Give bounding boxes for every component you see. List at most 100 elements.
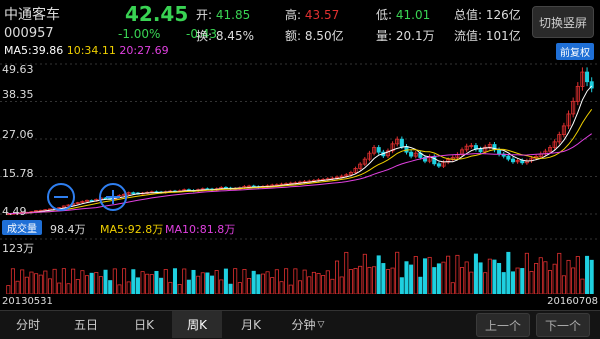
- tab-monthly-k[interactable]: 月K: [222, 311, 280, 338]
- quote-item: 总值: 126亿: [454, 6, 521, 23]
- volume-bar: [557, 252, 562, 294]
- forward-adjust-button[interactable]: 前复权: [556, 43, 594, 60]
- quote-value: 41.01: [392, 8, 431, 22]
- price-chart[interactable]: [0, 60, 600, 218]
- stock-name: 中通客车: [4, 7, 60, 23]
- volume-bar: [399, 277, 404, 294]
- volume-bar: [362, 253, 367, 294]
- volume-bar: [34, 273, 39, 294]
- volume-bar: [515, 267, 520, 294]
- volume-bar: [163, 269, 168, 294]
- volume-bar: [311, 271, 316, 294]
- volume-bar: [367, 266, 372, 294]
- volume-bar: [103, 269, 108, 294]
- quote-item: 高: 43.57: [285, 6, 339, 23]
- end-date: 20160708: [547, 296, 598, 307]
- quote-value: 20.1万: [392, 29, 435, 43]
- quote-value: 41.85: [212, 8, 251, 22]
- volume-bar: [94, 272, 99, 294]
- volume-bar: [186, 279, 191, 294]
- volume-bar: [524, 252, 529, 294]
- quote-item: 开: 41.85: [196, 6, 250, 23]
- volume-bar: [566, 259, 571, 294]
- volume-bar: [585, 255, 590, 294]
- candle-body: [436, 163, 441, 167]
- volume-bar: [450, 282, 455, 294]
- volume-bar: [117, 284, 122, 294]
- volume-bar: [112, 268, 117, 294]
- candle-body: [506, 155, 511, 160]
- volume-bar: [200, 272, 205, 294]
- volume-bar: [529, 270, 534, 294]
- prev-stock-button[interactable]: 上一个: [476, 313, 530, 337]
- volume-bar: [385, 269, 390, 294]
- candle-body: [409, 151, 414, 157]
- volume-bar: [543, 261, 548, 294]
- zoom-in-icon[interactable]: [98, 182, 128, 212]
- next-stock-button[interactable]: 下一个: [536, 313, 590, 337]
- volume-bar: [473, 253, 478, 294]
- tab-weekly-k[interactable]: 周K: [172, 311, 222, 338]
- candle-body: [478, 148, 483, 153]
- volume-bar: [376, 255, 381, 294]
- volume-bar: [43, 270, 48, 294]
- quote-value: 8.50亿: [301, 29, 344, 43]
- triangle-down-icon: ▽: [317, 319, 325, 330]
- volume-bar: [196, 275, 201, 294]
- volume-bar: [418, 276, 423, 294]
- volume-bar: [265, 271, 270, 294]
- quote-label: 量:: [376, 29, 393, 43]
- volume-bar: [182, 268, 187, 294]
- volume-bar: [288, 284, 293, 294]
- quote-label: 总值:: [454, 8, 483, 22]
- volume-chart[interactable]: [0, 238, 600, 294]
- volume-bar: [247, 278, 252, 294]
- volume-bar: [223, 268, 228, 294]
- volume-bar: [427, 256, 432, 294]
- volume-bar: [487, 258, 492, 294]
- tab-daily-k[interactable]: 日K: [116, 311, 172, 338]
- tab-five-day[interactable]: 五日: [56, 311, 116, 338]
- volume-bar: [381, 263, 386, 294]
- volume-bar: [256, 274, 261, 294]
- quote-label: 低:: [376, 8, 393, 22]
- volume-bar: [297, 280, 303, 294]
- volume-bar: [284, 268, 289, 294]
- volume-bar: [131, 269, 136, 294]
- candle-body: [497, 149, 502, 155]
- volume-bar: [353, 268, 358, 294]
- volume-bar: [483, 272, 488, 294]
- volume-bar: [210, 275, 215, 294]
- volume-bar: [24, 276, 29, 294]
- tab-minute-label: 分钟: [291, 318, 316, 332]
- volume-bar: [71, 268, 76, 294]
- volume-bar: [270, 277, 275, 294]
- switch-portrait-button[interactable]: 切换竖屏: [532, 6, 594, 38]
- volume-bar: [126, 281, 131, 294]
- volume-bar: [145, 273, 150, 294]
- volume-bar: [348, 269, 353, 294]
- volume-total: 98.4万: [50, 223, 86, 236]
- volume-bar: [501, 272, 506, 294]
- volume-bar: [469, 271, 474, 294]
- volume-bar: [251, 270, 256, 294]
- volume-bar: [409, 264, 414, 294]
- volume-bar: [580, 278, 585, 294]
- ma10-line: [8, 109, 593, 215]
- volume-bar: [404, 261, 409, 294]
- volume-bar: [307, 276, 312, 294]
- volume-bar: [6, 285, 11, 294]
- volume-bar: [321, 275, 326, 294]
- volume-bar: [61, 268, 66, 294]
- volume-bar: [108, 280, 113, 294]
- volume-indicator-button[interactable]: 成交量: [2, 220, 42, 235]
- zoom-out-icon[interactable]: [46, 182, 76, 212]
- tab-minute[interactable]: 分钟 ▽: [280, 311, 336, 338]
- volume-bar: [432, 267, 437, 294]
- volume-bar: [168, 281, 173, 294]
- candle-body: [404, 146, 409, 153]
- volume-bar: [552, 263, 557, 294]
- tab-intraday[interactable]: 分时: [0, 311, 56, 338]
- volume-bar: [149, 274, 154, 294]
- volume-bar: [422, 258, 428, 294]
